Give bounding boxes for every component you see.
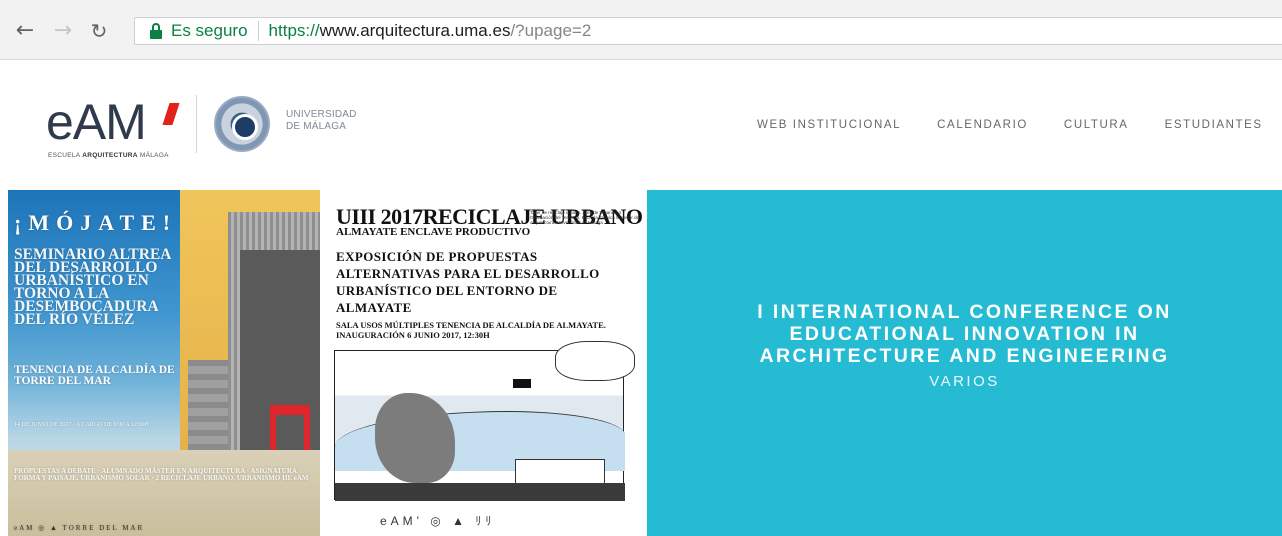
- nav-item-web-institucional[interactable]: WEB INSTITUCIONAL: [757, 119, 901, 131]
- poster-mojate-bottom-text: PROPUESTAS A DEBATE · ALUMNADO MÁSTER EN…: [14, 467, 309, 482]
- nav-item-cultura[interactable]: CULTURA: [1064, 119, 1129, 131]
- poster-almayate-venue: SALA USOS MÚLTIPLES TENENCIA DE ALCALDÍA…: [336, 320, 606, 340]
- arrow-left-icon[interactable]: ←: [12, 18, 38, 44]
- university-line-1: UNIVERSIDAD: [286, 109, 357, 120]
- university-line-2: DE MÁLAGA: [286, 121, 347, 132]
- eam-logo-accent: [162, 103, 180, 125]
- conference-title[interactable]: I INTERNATIONAL CONFERENCE ON EDUCATIONA…: [725, 301, 1205, 367]
- site-header: eAM ESCUELA ARQUITECTURA MÁLAGA UNIVERSI…: [0, 61, 1282, 187]
- speech-bubble: [555, 341, 635, 381]
- poster-mojate-title: ¡MÓJATE!: [14, 210, 178, 235]
- browser-toolbar: ← → ↻ Es seguro https://www.arquitectura…: [0, 0, 1282, 60]
- poster-almayate-illustration: [334, 341, 635, 501]
- lock-icon: [149, 23, 163, 39]
- omnibox-divider: [257, 21, 259, 41]
- url-path: /?upage=2: [510, 21, 592, 40]
- poster-almayate-subtitle: ALMAYATE ENCLAVE PRODUCTIVO: [336, 226, 531, 238]
- security-label: Es seguro: [171, 21, 248, 40]
- eam-logo-text: eAM: [46, 94, 147, 150]
- poster-almayate-heading: EXPOSICIÓN DE PROPUESTAS ALTERNATIVAS PA…: [336, 249, 600, 315]
- poster-almayate-logos: eAM' ◎ ▲ ﾘﾘ: [380, 514, 496, 528]
- conference-category[interactable]: VARIOS: [929, 373, 1000, 390]
- main-nav: WEB INSTITUCIONAL CALENDARIO CULTURA EST…: [757, 119, 1282, 131]
- bull-silhouette-icon: [513, 379, 531, 388]
- nav-item-estudiantes[interactable]: ESTUDIANTES: [1165, 119, 1263, 131]
- address-bar[interactable]: Es seguro https://www.arquitectura.uma.e…: [134, 17, 1282, 45]
- url-host: www.arquitectura.uma.es: [319, 21, 511, 40]
- university-seal-icon[interactable]: [214, 96, 270, 152]
- sea-shape: [335, 483, 625, 501]
- poster-mojate[interactable]: ¡MÓJATE! SEMINARIO ALTREA DEL DESARROLLO…: [8, 190, 320, 536]
- logo-divider: [196, 95, 197, 153]
- reload-icon[interactable]: ↻: [86, 18, 112, 44]
- eam-logo-subtitle: ESCUELA ARQUITECTURA MÁLAGA: [48, 152, 169, 159]
- news-slider: ¡MÓJATE! SEMINARIO ALTREA DEL DESARROLLO…: [8, 190, 1282, 536]
- poster-mojate-body: SEMINARIO ALTREA DEL DESARROLLO URBANÍST…: [14, 246, 171, 328]
- tree-shape: [375, 393, 455, 483]
- poster-almayate[interactable]: UIII 2017RECICLAJE URBANO ALMAYATE ENCLA…: [320, 190, 647, 536]
- university-name[interactable]: UNIVERSIDAD DE MÁLAGA: [286, 109, 357, 133]
- conference-slide[interactable]: I INTERNATIONAL CONFERENCE ON EDUCATIONA…: [647, 190, 1282, 536]
- poster-mojate-logos: eAM ◎ ▲ TORRE DEL MAR: [14, 524, 145, 532]
- poster-mojate-place: TENENCIA DE ALCALDÍA DE TORRE DEL MAR: [14, 364, 175, 387]
- nav-item-calendario[interactable]: CALENDARIO: [937, 119, 1028, 131]
- url-scheme: https://: [268, 21, 320, 40]
- poster-mojate-details: 14 DE JUNIO DE 2017 · A CARGO DE 9:00 A …: [14, 422, 149, 428]
- arrow-right-icon[interactable]: →: [50, 18, 76, 44]
- eam-logo[interactable]: eAM ESCUELA ARQUITECTURA MÁLAGA: [46, 97, 186, 161]
- poster-almayate-fine-print: Taller de reciclaje urbano. Área de Urba…: [530, 210, 640, 225]
